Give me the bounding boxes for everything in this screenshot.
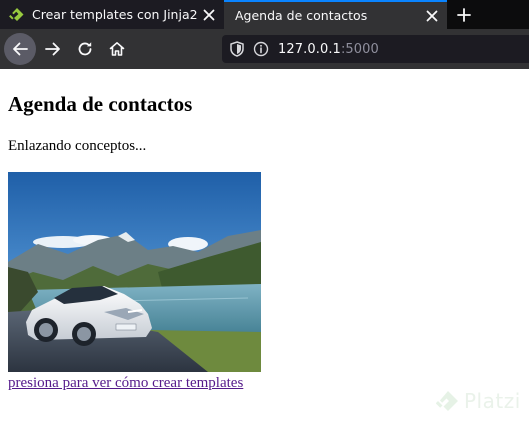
url-port: :5000 [340,41,379,57]
reload-icon [78,42,92,56]
home-icon [109,42,125,56]
arrow-left-icon [13,42,28,56]
reload-button[interactable] [69,33,101,65]
url-host: 127.0.0.1 [278,41,341,57]
info-icon[interactable] [252,40,270,58]
platzi-logo-icon [436,391,458,411]
intro-text: Enlazando conceptos... [8,138,147,154]
url-text: 127.0.0.1:5000 [278,42,379,57]
page-title: Agenda de contactos [8,92,193,116]
tab-title: Crear templates con Jinja2 en Fla [32,7,198,22]
navigation-toolbar: 127.0.0.1:5000 [0,29,529,69]
templates-link[interactable]: presiona para ver cómo crear templates [8,375,243,392]
tab-agenda-contactos[interactable]: Agenda de contactos [224,0,447,29]
tab-bar: Crear templates con Jinja2 en Fla Agenda… [0,0,529,29]
page-content: Agenda de contactos Enlazando conceptos.… [0,69,529,426]
close-icon[interactable] [421,5,443,27]
car-photo-image [8,172,261,372]
close-icon[interactable] [198,4,220,26]
arrow-right-icon [45,42,60,56]
home-button[interactable] [101,33,133,65]
watermark-text: Platzi [464,389,521,413]
tab-title: Agenda de contactos [235,8,368,23]
plus-icon [457,8,471,22]
shield-icon[interactable] [228,40,246,58]
url-bar[interactable]: 127.0.0.1:5000 [222,35,529,63]
platzi-favicon-icon [9,7,24,21]
platzi-watermark: Platzi [436,389,521,413]
new-tab-button[interactable] [452,3,476,27]
tab-jinja-templates[interactable]: Crear templates con Jinja2 en Fla [0,0,224,29]
forward-button[interactable] [37,33,69,65]
car-lake-photo [8,172,261,372]
back-button[interactable] [4,33,36,65]
